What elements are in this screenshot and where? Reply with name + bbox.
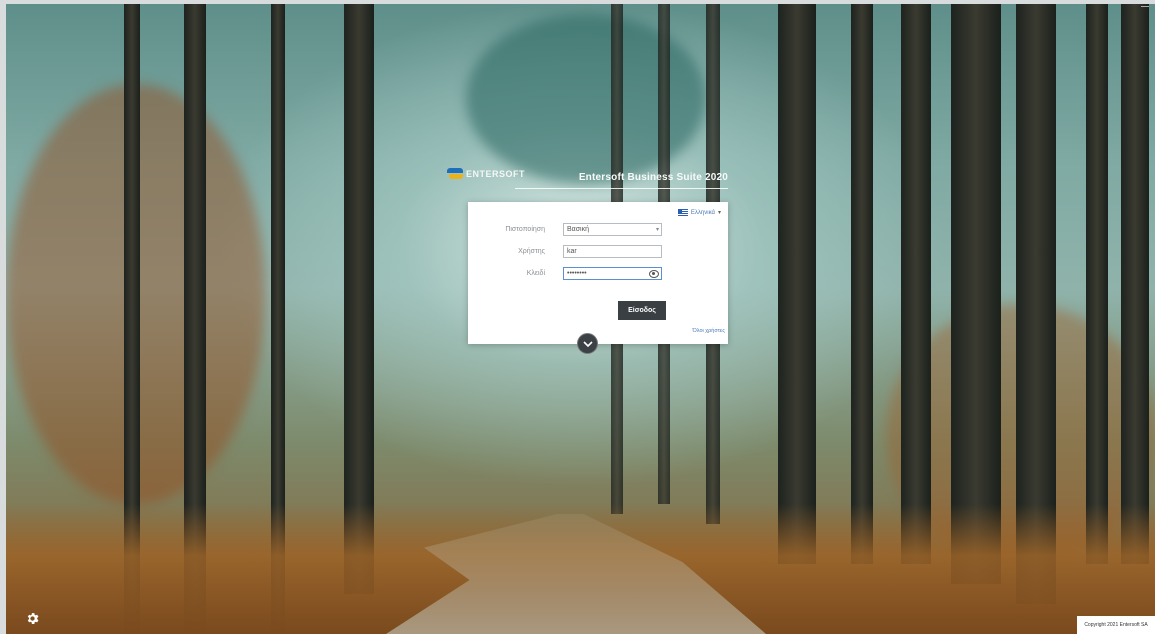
database-label: Πιστοποίηση (505, 226, 545, 233)
username-label: Χρήστης (518, 248, 545, 255)
product-title: Entersoft Business Suite 2020 (578, 172, 728, 183)
password-row: Κλειδί •••••••• (468, 267, 728, 283)
tree-trunk (851, 4, 873, 564)
tree-trunk (1086, 4, 1108, 564)
brand-logo: ENTERSOFT (447, 168, 525, 180)
password-field[interactable]: •••••••• (563, 267, 662, 280)
database-value: Βασική (567, 226, 589, 233)
tree-trunk (1121, 4, 1149, 564)
language-label: Ελληνικά (690, 209, 715, 216)
tree-trunk (901, 4, 931, 564)
login-button[interactable]: Είσοδος (618, 301, 666, 320)
username-row: Χρήστης kar (468, 245, 728, 261)
gear-icon[interactable] (25, 611, 40, 626)
login-card: Ελληνικά ▾ Πιστοποίηση Βασική ▾ Χρήστης … (468, 202, 728, 344)
window-corner-mark (1141, 6, 1149, 7)
tree-trunk (778, 4, 816, 564)
brand-header: ENTERSOFT Entersoft Business Suite 2020 (447, 166, 728, 190)
entersoft-logo-icon (447, 168, 463, 180)
database-select[interactable]: Βασική ▾ (563, 223, 662, 236)
username-value: kar (567, 248, 577, 255)
copyright-notice: Copyright 2021 Entersoft SA (1077, 616, 1155, 634)
chevron-down-icon: ▾ (655, 227, 659, 233)
tree-trunk (951, 4, 1001, 584)
brand-divider (515, 188, 728, 189)
expand-button[interactable] (577, 333, 598, 354)
options-link[interactable]: Όλοι χρήστες (693, 328, 725, 334)
database-row: Πιστοποίηση Βασική ▾ (468, 223, 728, 239)
password-label: Κλειδί (526, 270, 545, 277)
language-selector[interactable]: Ελληνικά ▾ (677, 209, 721, 216)
chevron-down-icon (582, 340, 593, 347)
caret-down-icon: ▾ (717, 210, 721, 216)
eye-icon[interactable] (649, 270, 659, 278)
foliage-canopy (466, 14, 706, 184)
greek-flag-icon (677, 209, 688, 216)
password-value: •••••••• (567, 270, 587, 277)
brand-logo-text: ENTERSOFT (466, 169, 526, 179)
username-field[interactable]: kar (563, 245, 662, 258)
